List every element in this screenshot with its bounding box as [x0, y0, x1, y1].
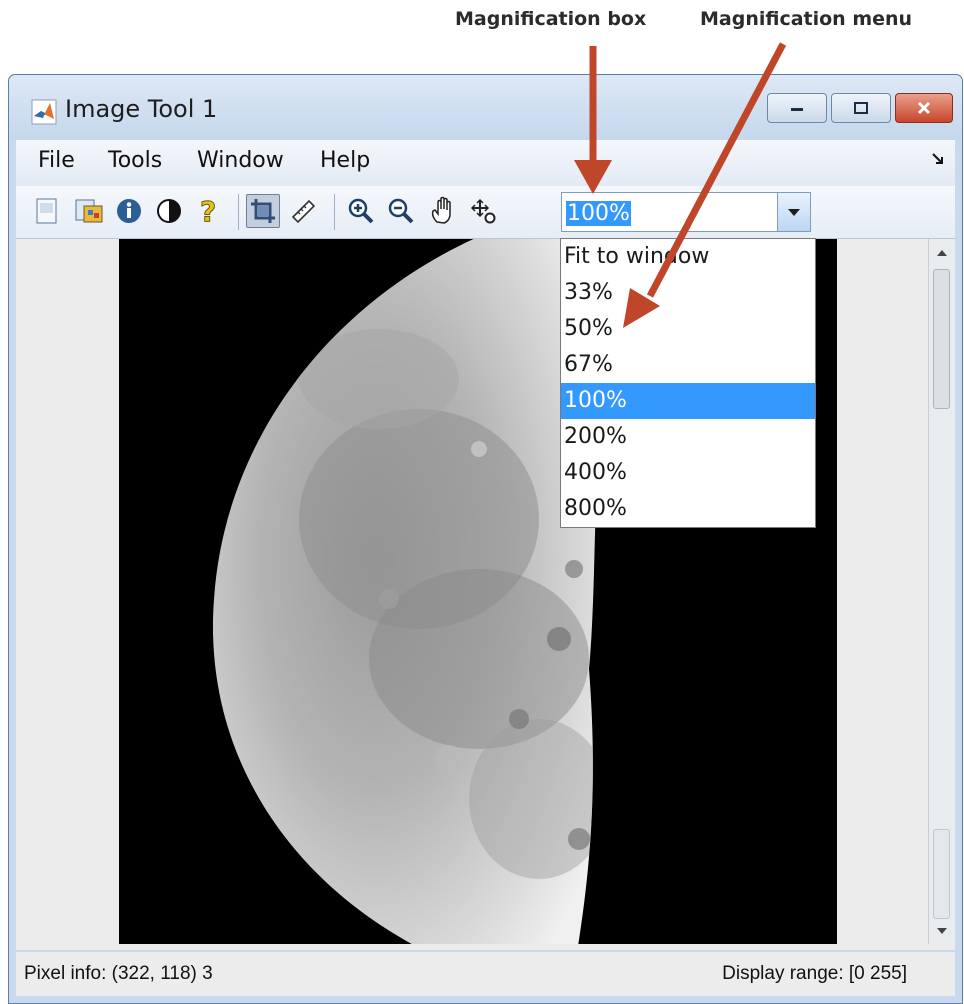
crop-icon	[251, 199, 275, 223]
magnification-box-callout: Magnification box	[455, 8, 647, 30]
info-icon	[117, 199, 141, 223]
scrollbar-thumb[interactable]	[933, 269, 950, 409]
magnification-option-selected[interactable]: 100%	[561, 383, 815, 419]
image-info-icon	[75, 199, 103, 223]
toolbar: ? 100%	[16, 186, 955, 239]
magnification-option[interactable]: 400%	[561, 455, 815, 491]
magnification-option[interactable]: 800%	[561, 491, 815, 527]
pixel-region-icon	[470, 198, 496, 224]
display-range: Display range: [0 255]	[722, 963, 907, 984]
toolbar-separator	[238, 194, 239, 230]
toolbar-separator	[334, 194, 335, 230]
magnification-value[interactable]: 100%	[566, 201, 631, 226]
menu-window[interactable]: Window	[197, 148, 284, 173]
measure-distance-button[interactable]	[286, 194, 320, 228]
magnification-option[interactable]: 67%	[561, 347, 815, 383]
contrast-icon	[157, 199, 181, 223]
zoom-out-button[interactable]	[384, 194, 418, 228]
new-figure-button[interactable]	[30, 194, 64, 228]
magnification-option[interactable]: 33%	[561, 275, 815, 311]
measure-distance-icon	[291, 199, 316, 224]
magnification-menu-callout: Magnification menu	[700, 8, 913, 30]
magnification-option[interactable]: 200%	[561, 419, 815, 455]
help-button[interactable]: ?	[192, 194, 226, 228]
pan-button[interactable]	[426, 194, 460, 228]
menu-tools[interactable]: Tools	[108, 148, 162, 173]
scrollbar-track[interactable]	[933, 829, 950, 919]
chevron-down-icon	[937, 928, 947, 934]
magnification-dropdown-button[interactable]	[777, 193, 810, 231]
new-figure-icon	[36, 198, 57, 224]
svg-text:?: ?	[200, 196, 216, 226]
chevron-down-icon	[788, 209, 800, 216]
image-information-button[interactable]	[72, 194, 106, 228]
menu-help[interactable]: Help	[320, 148, 370, 173]
vertical-scrollbar[interactable]	[928, 239, 955, 944]
chevron-up-icon	[937, 250, 947, 256]
help-icon: ?	[200, 196, 217, 226]
zoom-in-button[interactable]	[344, 194, 378, 228]
status-bar: Pixel info: (322, 118) 3 Display range: …	[16, 952, 955, 996]
magnification-box[interactable]: 100%	[561, 192, 811, 232]
magnification-option[interactable]: 50%	[561, 311, 815, 347]
adjust-contrast-button[interactable]	[152, 194, 186, 228]
scroll-down-arrow[interactable]	[929, 919, 955, 943]
info-button[interactable]	[112, 194, 146, 228]
zoom-out-icon	[388, 198, 414, 224]
magnification-menu: Fit to window 33% 50% 67% 100% 200% 400%…	[560, 238, 816, 528]
crop-button[interactable]	[246, 194, 280, 228]
menu-bar: File Tools Window Help	[16, 140, 955, 186]
pixel-region-button[interactable]	[466, 194, 500, 228]
menu-file[interactable]: File	[38, 148, 75, 173]
magnification-option[interactable]: Fit to window	[561, 239, 815, 275]
scroll-up-arrow[interactable]	[929, 241, 955, 265]
pixel-info: Pixel info: (322, 118) 3	[24, 963, 213, 984]
zoom-in-icon	[348, 198, 374, 224]
dock-arrow-icon[interactable]	[931, 152, 945, 166]
pan-hand-icon	[431, 196, 451, 224]
